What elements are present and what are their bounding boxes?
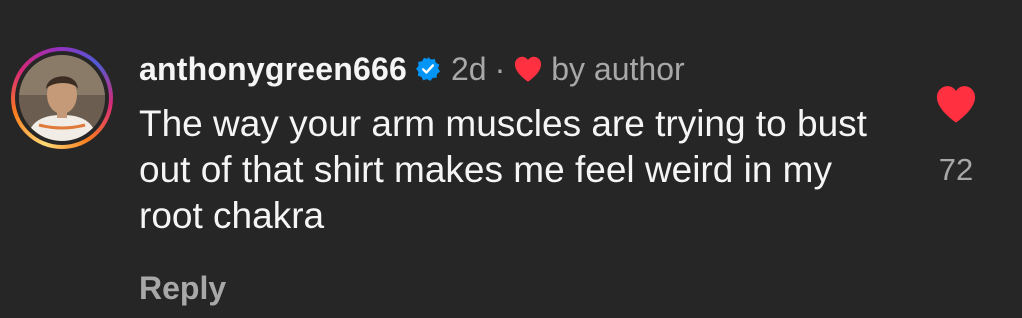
avatar[interactable] [11,47,113,149]
author-heart-icon [515,56,542,82]
avatar-photo [19,55,105,141]
avatar-photo-image [19,55,105,141]
verified-badge-icon [416,56,440,81]
comment-text: The way your arm muscles are trying to b… [139,103,867,236]
timestamp: 2d [450,50,487,87]
like-count[interactable]: 72 [939,152,973,188]
avatar-ring-gap [15,51,109,145]
like-heart-icon[interactable] [934,84,978,124]
liked-by-author-label: by author [551,50,685,87]
separator-dot: · [494,50,506,87]
like-column: 72 [925,84,987,188]
comment-header: anthonygreen666 2d · by author [139,47,685,91]
username-link[interactable]: anthonygreen666 [139,51,407,88]
reply-button[interactable]: Reply [139,270,226,307]
